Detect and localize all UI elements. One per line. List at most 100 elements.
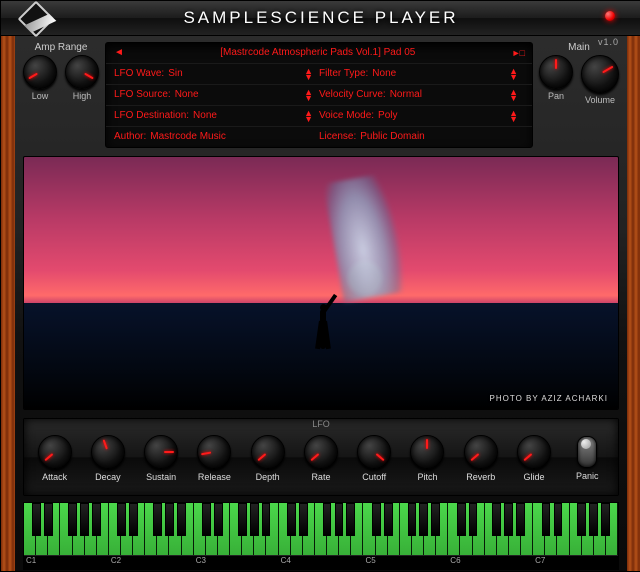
release-knob[interactable] [197, 435, 231, 469]
reverb-knob[interactable] [464, 435, 498, 469]
black-key[interactable] [384, 503, 393, 536]
sustain-knob[interactable] [144, 435, 178, 469]
black-key[interactable] [153, 503, 162, 536]
rate-knob[interactable] [304, 435, 338, 469]
power-led-icon [605, 11, 615, 21]
black-key[interactable] [80, 503, 89, 536]
glide-knob-label: Glide [524, 472, 545, 482]
black-key[interactable] [469, 503, 478, 536]
black-key[interactable] [504, 503, 513, 536]
lfo-dest-spinner[interactable]: ▲▼ [304, 110, 319, 122]
black-key[interactable] [589, 503, 598, 536]
decay-knob[interactable] [91, 435, 125, 469]
octave-label: C5 [363, 555, 448, 567]
black-key[interactable] [516, 503, 525, 536]
prev-preset-button[interactable]: ◄ [114, 45, 124, 61]
black-key[interactable] [165, 503, 174, 536]
voice-mode-label: Voice Mode: [319, 108, 374, 124]
amp-high-knob[interactable] [65, 55, 99, 89]
octave-C3[interactable] [194, 503, 279, 555]
panic-switch[interactable] [577, 436, 597, 468]
pan-label: Pan [539, 91, 573, 101]
amp-high-label: High [65, 91, 99, 101]
black-key[interactable] [32, 503, 41, 536]
volume-knob[interactable] [581, 55, 619, 93]
pitch-knob-label: Pitch [417, 472, 437, 482]
title-bar: SAMPLESCIENCE PLAYER v1.0 [1, 1, 640, 36]
black-key[interactable] [177, 503, 186, 536]
author-value: Mastrcode Music [150, 129, 226, 145]
black-key[interactable] [117, 503, 126, 536]
pan-knob[interactable] [539, 55, 573, 89]
amp-low-label: Low [23, 91, 57, 101]
preset-artwork: Photo by Aziz Acharki [23, 156, 619, 410]
black-key[interactable] [287, 503, 296, 536]
velocity-curve-spinner[interactable]: ▲▼ [509, 89, 524, 101]
black-key[interactable] [542, 503, 551, 536]
author-label: Author: [114, 129, 146, 145]
depth-knob[interactable] [251, 435, 285, 469]
black-key[interactable] [202, 503, 211, 536]
black-key[interactable] [554, 503, 563, 536]
glide-knob[interactable] [517, 435, 551, 469]
cutoff-knob-label: Cutoff [362, 472, 386, 482]
black-key[interactable] [92, 503, 101, 536]
lfo-wave-spinner[interactable]: ▲▼ [304, 68, 319, 80]
octave-label: C1 [24, 555, 109, 567]
black-key[interactable] [457, 503, 466, 536]
pitch-knob[interactable] [410, 435, 444, 469]
black-key[interactable] [129, 503, 138, 536]
filter-type-value[interactable]: None [372, 66, 396, 82]
lfo-source-value[interactable]: None [175, 87, 199, 103]
black-key[interactable] [262, 503, 271, 536]
lfo-source-spinner[interactable]: ▲▼ [304, 89, 319, 101]
black-key[interactable] [68, 503, 77, 536]
octave-C1[interactable] [24, 503, 109, 555]
velocity-curve-value[interactable]: Normal [390, 87, 422, 103]
black-key[interactable] [238, 503, 247, 536]
attack-knob[interactable] [38, 435, 72, 469]
preset-name[interactable]: [Mastrcode Atmospheric Pads Vol.1] Pad 0… [124, 45, 512, 61]
black-key[interactable] [492, 503, 501, 536]
lfo-wave-label: LFO Wave: [114, 66, 164, 82]
plugin-window: SAMPLESCIENCE PLAYER v1.0 Amp Range Low … [0, 0, 640, 572]
black-key[interactable] [214, 503, 223, 536]
amp-low-knob[interactable] [23, 55, 57, 89]
panic-label: Panic [576, 471, 599, 481]
velocity-curve-label: Velocity Curve: [319, 87, 386, 103]
black-key[interactable] [250, 503, 259, 536]
knob-row: LFO AttackDecaySustainReleaseDepthRateCu… [23, 418, 619, 496]
octave-label: C6 [448, 555, 533, 567]
black-key[interactable] [372, 503, 381, 536]
black-key[interactable] [346, 503, 355, 536]
license-value: Public Domain [360, 129, 424, 145]
decay-knob-label: Decay [95, 472, 121, 482]
octave-C7[interactable] [533, 503, 618, 555]
octave-C4[interactable] [279, 503, 364, 555]
black-key[interactable] [44, 503, 53, 536]
octave-label: C7 [533, 555, 618, 567]
cutoff-knob[interactable] [357, 435, 391, 469]
octave-C6[interactable] [448, 503, 533, 555]
octave-C2[interactable] [109, 503, 194, 555]
filter-type-spinner[interactable]: ▲▼ [509, 68, 524, 80]
next-preset-button[interactable]: ►□ [512, 45, 524, 61]
black-key[interactable] [323, 503, 332, 536]
lfo-dest-value[interactable]: None [193, 108, 217, 124]
depth-knob-label: Depth [256, 472, 280, 482]
octave-label: C2 [109, 555, 194, 567]
filter-type-label: Filter Type: [319, 66, 368, 82]
octave-C5[interactable] [363, 503, 448, 555]
black-key[interactable] [335, 503, 344, 536]
black-key[interactable] [577, 503, 586, 536]
amp-range-label: Amp Range [23, 42, 99, 53]
virtual-keyboard[interactable]: C1C2C3C4C5C6C7 [23, 502, 619, 570]
voice-mode-spinner[interactable]: ▲▼ [509, 110, 524, 122]
black-key[interactable] [299, 503, 308, 536]
black-key[interactable] [601, 503, 610, 536]
black-key[interactable] [408, 503, 417, 536]
voice-mode-value[interactable]: Poly [378, 108, 397, 124]
black-key[interactable] [419, 503, 428, 536]
black-key[interactable] [431, 503, 440, 536]
lfo-wave-value[interactable]: Sin [168, 66, 182, 82]
